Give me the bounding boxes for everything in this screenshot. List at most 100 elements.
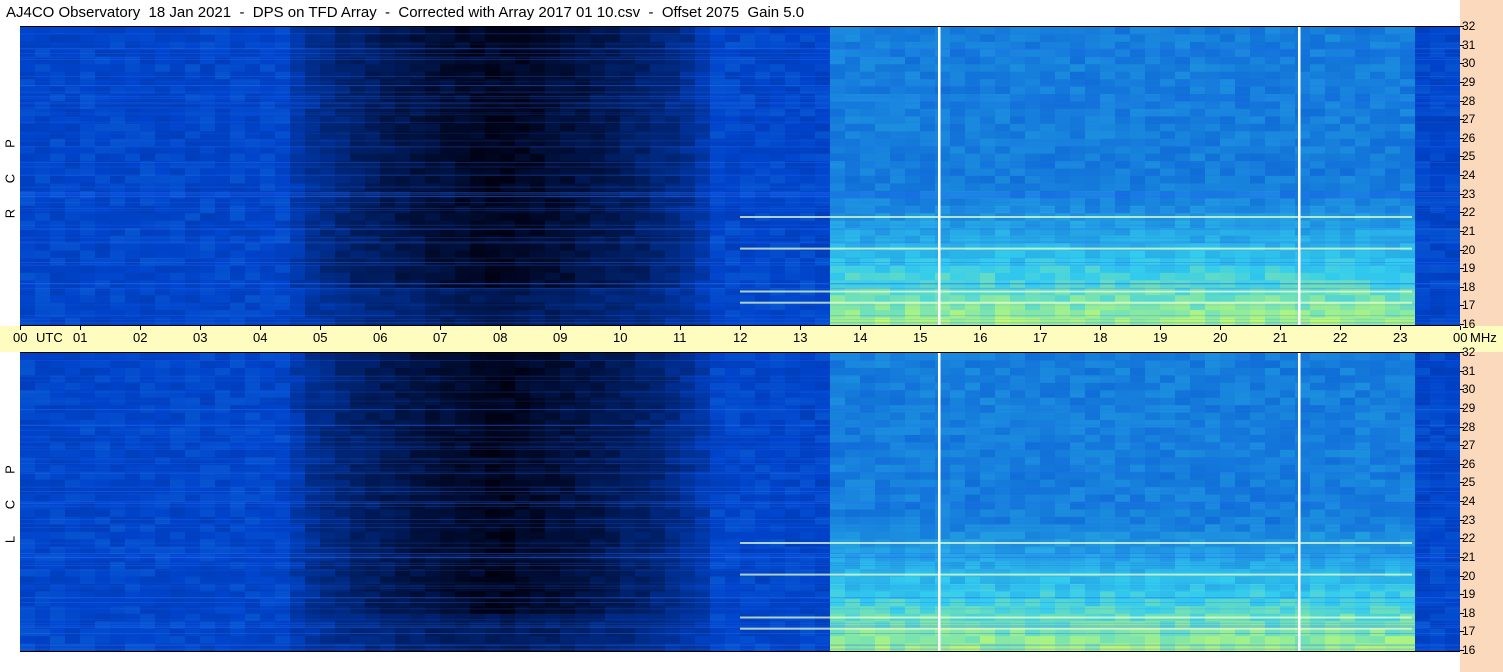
heatmap-cell <box>590 86 606 95</box>
heatmap-cell <box>335 353 351 362</box>
heatmap-cell <box>335 360 351 369</box>
heatmap-cell <box>1310 116 1326 125</box>
heatmap-cell <box>305 64 321 73</box>
heatmap-cell <box>125 509 141 518</box>
heatmap-cell <box>275 367 291 376</box>
heatmap-cell <box>1265 220 1281 229</box>
heatmap-cell <box>155 479 171 488</box>
heatmap-cell <box>935 250 951 259</box>
heatmap-cell <box>1160 265 1176 274</box>
heatmap-cell <box>1400 71 1416 80</box>
heatmap-cell <box>335 397 351 406</box>
heatmap-cell <box>560 56 576 65</box>
heatmap-cell <box>20 250 36 259</box>
heatmap-cell <box>1340 64 1356 73</box>
heatmap-cell <box>215 71 231 80</box>
heatmap-cell <box>680 86 696 95</box>
heatmap-cell <box>125 295 141 304</box>
heatmap-cell <box>680 302 696 311</box>
heatmap-cell <box>500 250 516 259</box>
heatmap-cell <box>230 606 246 615</box>
heatmap-cell <box>350 621 366 630</box>
heatmap-cell <box>380 71 396 80</box>
heatmap-cell <box>20 71 36 80</box>
heatmap-cell <box>65 353 81 362</box>
heatmap-cell <box>290 146 306 155</box>
heatmap-cell <box>1010 205 1026 214</box>
heatmap-cell <box>320 367 336 376</box>
heatmap-cell <box>140 531 156 540</box>
heatmap-cell <box>755 123 771 132</box>
heatmap-cell <box>305 71 321 80</box>
heatmap-cell <box>200 636 216 645</box>
heatmap-cell <box>590 205 606 214</box>
heatmap-cell <box>950 116 966 125</box>
heatmap-cell <box>1325 153 1341 162</box>
heatmap-cell <box>875 176 891 185</box>
heatmap-cell <box>485 123 501 132</box>
heatmap-cell <box>455 176 471 185</box>
heatmap-cell <box>275 636 291 645</box>
heatmap-cell <box>95 397 111 406</box>
heatmap-cell <box>650 220 666 229</box>
heatmap-cell <box>1400 146 1416 155</box>
heatmap-cell <box>200 479 216 488</box>
heatmap-cell <box>335 449 351 458</box>
heatmap-cell <box>1385 123 1401 132</box>
heatmap-cell <box>1295 243 1311 252</box>
heatmap-cell <box>665 213 681 222</box>
heatmap-cell <box>110 131 126 140</box>
heatmap-cell <box>1280 243 1296 252</box>
heatmap-cell <box>1205 280 1221 289</box>
heatmap-cell <box>1235 302 1251 311</box>
interference-line <box>20 97 1460 99</box>
heatmap-cell <box>1160 302 1176 311</box>
heatmap-cell <box>185 131 201 140</box>
heatmap-cell <box>290 367 306 376</box>
heatmap-cell <box>770 235 786 244</box>
heatmap-cell <box>920 280 936 289</box>
heatmap-cell <box>1220 131 1236 140</box>
heatmap-cell <box>965 265 981 274</box>
heatmap-cell <box>1235 205 1251 214</box>
heatmap-cell <box>470 86 486 95</box>
heatmap-cell <box>1070 310 1086 319</box>
heatmap-cell <box>290 220 306 229</box>
heatmap-cell <box>155 367 171 376</box>
heatmap-cell <box>1130 71 1146 80</box>
heatmap-cell <box>500 71 516 80</box>
heatmap-cell <box>560 205 576 214</box>
heatmap-cell <box>590 138 606 147</box>
heatmap-cell <box>275 138 291 147</box>
heatmap-cell <box>650 34 666 43</box>
heatmap-cell <box>1115 86 1131 95</box>
heatmap-cell <box>215 317 231 325</box>
heatmap-cell <box>1040 34 1056 43</box>
heatmap-cell <box>1100 123 1116 132</box>
heatmap-cell <box>1205 131 1221 140</box>
heatmap-cell <box>50 56 66 65</box>
heatmap-cell <box>695 71 711 80</box>
heatmap-cell <box>155 360 171 369</box>
heatmap-cell <box>1040 176 1056 185</box>
heatmap-cell <box>500 116 516 125</box>
heatmap-cell <box>860 310 876 319</box>
heatmap-cell <box>215 146 231 155</box>
heatmap-cell <box>680 317 696 325</box>
heatmap-cell <box>650 205 666 214</box>
heatmap-cell <box>1025 243 1041 252</box>
heatmap-cell <box>710 123 726 132</box>
heatmap-cell <box>1325 302 1341 311</box>
heatmap-cell <box>305 606 321 615</box>
heatmap-cell <box>725 287 741 296</box>
heatmap-cell <box>335 131 351 140</box>
heatmap-cell <box>1130 153 1146 162</box>
heatmap-cell <box>1205 71 1221 80</box>
heatmap-cell <box>725 220 741 229</box>
heatmap-cell <box>365 131 381 140</box>
heatmap-cell <box>335 280 351 289</box>
heatmap-cell <box>905 250 921 259</box>
heatmap-cell <box>200 606 216 615</box>
heatmap-cell <box>380 205 396 214</box>
heatmap-cell <box>440 205 456 214</box>
